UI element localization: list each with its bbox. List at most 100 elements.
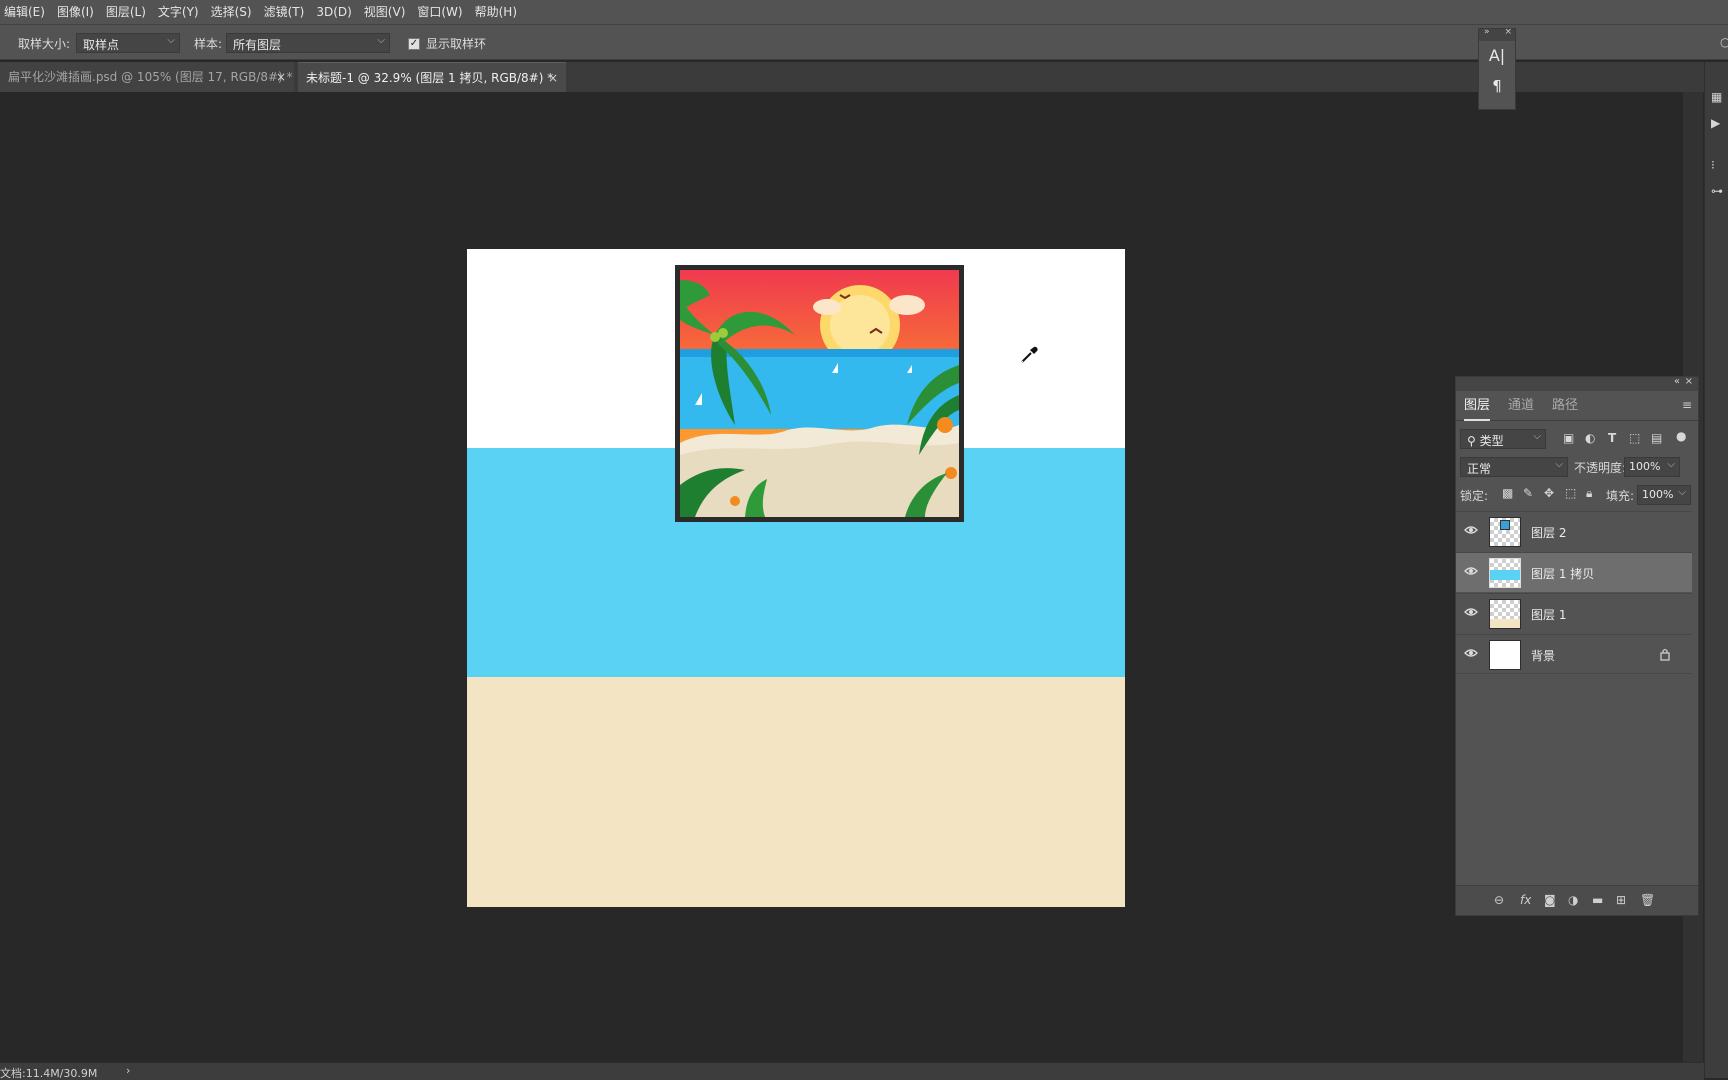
opacity-value: 100% <box>1629 460 1661 473</box>
collapse-icon[interactable]: » <box>1484 27 1490 37</box>
chevron-down-icon: ⌵ <box>167 35 175 46</box>
blend-mode-select[interactable]: 正常 ⌵ <box>1460 457 1568 477</box>
layer-name[interactable]: 图层 1 <box>1531 606 1566 623</box>
pixel-filter-icon[interactable]: ▣ <box>1563 431 1574 445</box>
sample-label: 样本: <box>194 37 223 51</box>
menu-3d[interactable]: 3D(D) <box>310 0 357 24</box>
blend-row: 正常 ⌵ 不透明度: 100% ⌵ <box>1456 453 1700 481</box>
lock-image-icon[interactable]: ✎ <box>1523 486 1533 500</box>
tab-untitled-1[interactable]: 未标题-1 @ 32.9% (图层 1 拷贝, RGB/8#) * × <box>298 62 566 92</box>
filter-row: ⚲ 类型 ⌵ ▣ ◐ T ⬚ ▤ ● <box>1456 425 1700 453</box>
adjustment-layer-icon[interactable]: ◑ <box>1568 893 1578 907</box>
adjust-icon[interactable]: ⊶ <box>1711 184 1723 198</box>
sample-size-value: 取样点 <box>83 38 120 52</box>
lock-transparent-icon[interactable]: ▩ <box>1502 486 1513 500</box>
menu-window[interactable]: 窗口(W) <box>411 0 468 24</box>
document-size: 文档:11.4M/30.9M <box>0 1067 98 1080</box>
menu-select[interactable]: 选择(S) <box>205 0 258 24</box>
canvas-sand-region <box>467 677 1125 907</box>
new-group-icon[interactable]: ▬ <box>1592 893 1603 907</box>
fx-icon[interactable]: fx <box>1520 893 1531 907</box>
layer-row[interactable]: 图层 2 <box>1456 511 1692 551</box>
status-bar: 文档:11.4M/30.9M › <box>0 1062 1704 1080</box>
tab-channels[interactable]: 通道 <box>1508 391 1534 421</box>
panel-header[interactable]: » × <box>1479 27 1515 41</box>
layer-thumbnail <box>1489 640 1521 670</box>
tab-layers[interactable]: 图层 <box>1464 391 1491 421</box>
close-icon[interactable]: × <box>276 62 286 92</box>
status-menu-arrow-icon[interactable]: › <box>126 1064 130 1077</box>
chevron-down-icon: ⌵ <box>1555 459 1563 470</box>
sample-select[interactable]: 所有图层 ⌵ <box>226 33 390 53</box>
lock-position-icon[interactable]: ✥ <box>1544 486 1554 500</box>
menu-layer[interactable]: 图层(L) <box>100 0 152 24</box>
opacity-label: 不透明度: <box>1574 461 1627 475</box>
menu-view[interactable]: 视图(V) <box>358 0 412 24</box>
show-ring-checkbox[interactable]: ✓ <box>408 38 420 50</box>
tab-title: 未标题-1 @ 32.9% (图层 1 拷贝, RGB/8#) * <box>306 71 554 85</box>
beach-illustration <box>675 265 964 522</box>
link-layers-icon[interactable]: ⊖ <box>1494 893 1504 907</box>
panel-menu-icon[interactable]: ≡ <box>1682 398 1692 412</box>
layer-row[interactable]: 图层 1 拷贝 <box>1456 552 1692 592</box>
panel-header[interactable]: « × <box>1456 376 1698 391</box>
tab-beach-illustration[interactable]: 扁平化沙滩插画.psd @ 105% (图层 17, RGB/8#) * × <box>0 62 294 92</box>
lock-icon <box>1660 648 1670 661</box>
paragraph-icon[interactable]: ¶ <box>1479 71 1515 101</box>
add-mask-icon[interactable]: ◙ <box>1544 893 1556 907</box>
lock-label: 锁定: <box>1460 489 1489 503</box>
properties-icon[interactable]: ▦ <box>1711 90 1722 104</box>
layer-row[interactable]: 图层 1 <box>1456 593 1692 633</box>
new-layer-icon[interactable]: ⊞ <box>1616 893 1626 907</box>
play-icon[interactable]: ▶ <box>1711 116 1720 130</box>
eye-icon[interactable] <box>1464 566 1478 576</box>
options-bar: 取样大小: 取样点 ⌵ 样本: 所有图层 ⌵ ✓ 显示取样环 ○ <box>0 24 1728 60</box>
menu-edit[interactable]: 编辑(E) <box>0 0 51 24</box>
smart-object-filter-icon[interactable]: ▤ <box>1651 431 1662 445</box>
shape-filter-icon[interactable]: ⬚ <box>1629 431 1640 445</box>
type-filter-icon[interactable]: T <box>1608 431 1616 445</box>
eye-icon[interactable] <box>1464 648 1478 658</box>
lock-all-icon[interactable]: 🔒︎ <box>1586 486 1592 501</box>
layer-row[interactable]: 背景 <box>1456 634 1692 674</box>
eye-icon[interactable] <box>1464 525 1478 535</box>
fill-label: 填充: <box>1606 489 1635 503</box>
lock-artboard-icon[interactable]: ⬚ <box>1565 486 1576 500</box>
adjustment-filter-icon[interactable]: ◐ <box>1585 431 1595 445</box>
collapse-icon[interactable]: « <box>1674 376 1680 387</box>
tab-paths[interactable]: 路径 <box>1552 391 1578 421</box>
lock-row: 锁定: ▩ ✎ ✥ ⬚ 🔒︎ 填充: 100% ⌵ <box>1456 481 1700 509</box>
layers-panel-footer: ⊖ fx ◙ ◑ ▬ ⊞ 🗑︎ <box>1456 885 1698 915</box>
document-tab-bar: 扁平化沙滩插画.psd @ 105% (图层 17, RGB/8#) * × 未… <box>0 62 1704 92</box>
layer-name[interactable]: 背景 <box>1531 647 1555 664</box>
menu-image[interactable]: 图像(I) <box>51 0 100 24</box>
close-icon[interactable]: × <box>1504 27 1512 37</box>
filter-toggle-icon[interactable]: ● <box>1676 429 1686 443</box>
menu-type[interactable]: 文字(Y) <box>152 0 205 24</box>
layer-thumbnail <box>1489 599 1521 629</box>
close-icon[interactable]: × <box>1685 376 1693 387</box>
fill-input[interactable]: 100% ⌵ <box>1637 485 1691 505</box>
sample-size-select[interactable]: 取样点 ⌵ <box>76 33 180 53</box>
trash-icon[interactable]: 🗑︎ <box>1640 893 1655 907</box>
menu-filter[interactable]: 滤镜(T) <box>258 0 311 24</box>
close-icon[interactable]: × <box>548 63 558 93</box>
character-icon[interactable]: A| <box>1479 41 1515 71</box>
fill-value: 100% <box>1642 488 1674 501</box>
layer-filter-select[interactable]: ⚲ 类型 ⌵ <box>1460 429 1546 449</box>
brush-settings-icon[interactable]: ⁝ <box>1711 158 1715 172</box>
search-icon[interactable]: ○ <box>1720 35 1728 49</box>
menu-bar: 编辑(E) 图像(I) 图层(L) 文字(Y) 选择(S) 滤镜(T) 3D(D… <box>0 0 1728 24</box>
eye-icon[interactable] <box>1464 607 1478 617</box>
tab-title: 扁平化沙滩插画.psd @ 105% (图层 17, RGB/8#) * <box>8 70 293 84</box>
eyedropper-cursor-icon <box>1020 346 1038 364</box>
layer-name[interactable]: 图层 1 拷贝 <box>1531 565 1594 582</box>
character-panel: » × A| ¶ <box>1478 27 1516 110</box>
blend-mode-value: 正常 <box>1467 462 1492 476</box>
layer-thumbnail <box>1489 558 1521 588</box>
menu-help[interactable]: 帮助(H) <box>469 0 523 24</box>
search-icon: ⚲ <box>1467 434 1480 448</box>
opacity-input[interactable]: 100% ⌵ <box>1624 457 1680 477</box>
sample-size-label: 取样大小: <box>18 37 71 51</box>
layer-name[interactable]: 图层 2 <box>1531 524 1566 541</box>
